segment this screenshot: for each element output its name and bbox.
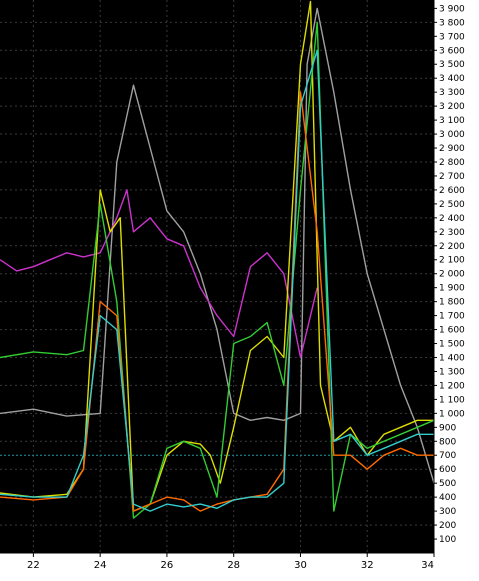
y-tick-label: 1 200 [439, 381, 465, 391]
y-tick-label: 1 800 [439, 298, 465, 308]
x-tick-label: 30 [294, 560, 307, 571]
y-tick-label: 600 [439, 465, 456, 475]
chart: 100 200 300 400 500 600 700 800 900 1 000 1 100 1 2… [0, 0, 479, 581]
y-tick-label: 1 500 [439, 340, 465, 350]
y-tick-label: 3 600 [439, 46, 465, 56]
y-tick-label: 400 [439, 493, 456, 503]
y-tick-label: 2 400 [439, 214, 465, 224]
y-tick-label: 2 300 [439, 228, 465, 238]
y-tick-label: 300 [439, 507, 456, 517]
y-tick-label: 2 100 [439, 256, 465, 266]
x-tick-label: 32 [361, 560, 374, 571]
y-tick-label: 1 700 [439, 312, 465, 322]
y-tick-label: 2 900 [439, 144, 465, 154]
y-tick-label: 3 200 [439, 102, 465, 112]
y-tick-label: 1 900 [439, 284, 465, 294]
y-tick-label: 1 600 [439, 326, 465, 336]
y-tick-label: 900 [439, 423, 456, 433]
y-tick-label: 3 700 [439, 32, 465, 42]
y-tick-label: 200 [439, 521, 456, 531]
y-tick-label: 3 900 [439, 4, 465, 14]
y-tick-label: 3 300 [439, 88, 465, 98]
y-tick-label: 1 300 [439, 367, 465, 377]
x-tick-label: 28 [227, 560, 240, 571]
y-tick-label: 2 200 [439, 242, 465, 252]
plot-background [0, 0, 434, 553]
y-tick-label: 700 [439, 451, 456, 461]
x-tick-label: 34 [421, 560, 434, 571]
y-tick-label: 1 400 [439, 353, 465, 363]
line-chart: 100 200 300 400 500 600 700 800 900 1 000 1 100 1 2… [0, 0, 479, 581]
y-tick-label: 100 [439, 535, 456, 545]
y-tick-label: 2 500 [439, 200, 465, 210]
y-tick-label: 3 500 [439, 60, 465, 70]
x-tick-label: 24 [94, 560, 107, 571]
y-tick-label: 3 100 [439, 116, 465, 126]
y-tick-label: 2 000 [439, 270, 465, 280]
y-tick-label: 800 [439, 437, 456, 447]
x-tick-label: 22 [27, 560, 40, 571]
y-tick-label: 2 800 [439, 158, 465, 168]
y-tick-label: 3 000 [439, 130, 465, 140]
y-tick-label: 3 400 [439, 74, 465, 84]
y-tick-label: 500 [439, 479, 456, 489]
x-tick-label: 26 [161, 560, 174, 571]
y-tick-label: 3 800 [439, 18, 465, 28]
y-tick-label: 2 700 [439, 172, 465, 182]
y-tick-label: 1 100 [439, 395, 465, 405]
y-tick-label: 2 600 [439, 186, 465, 196]
y-tick-label: 1 000 [439, 409, 465, 419]
